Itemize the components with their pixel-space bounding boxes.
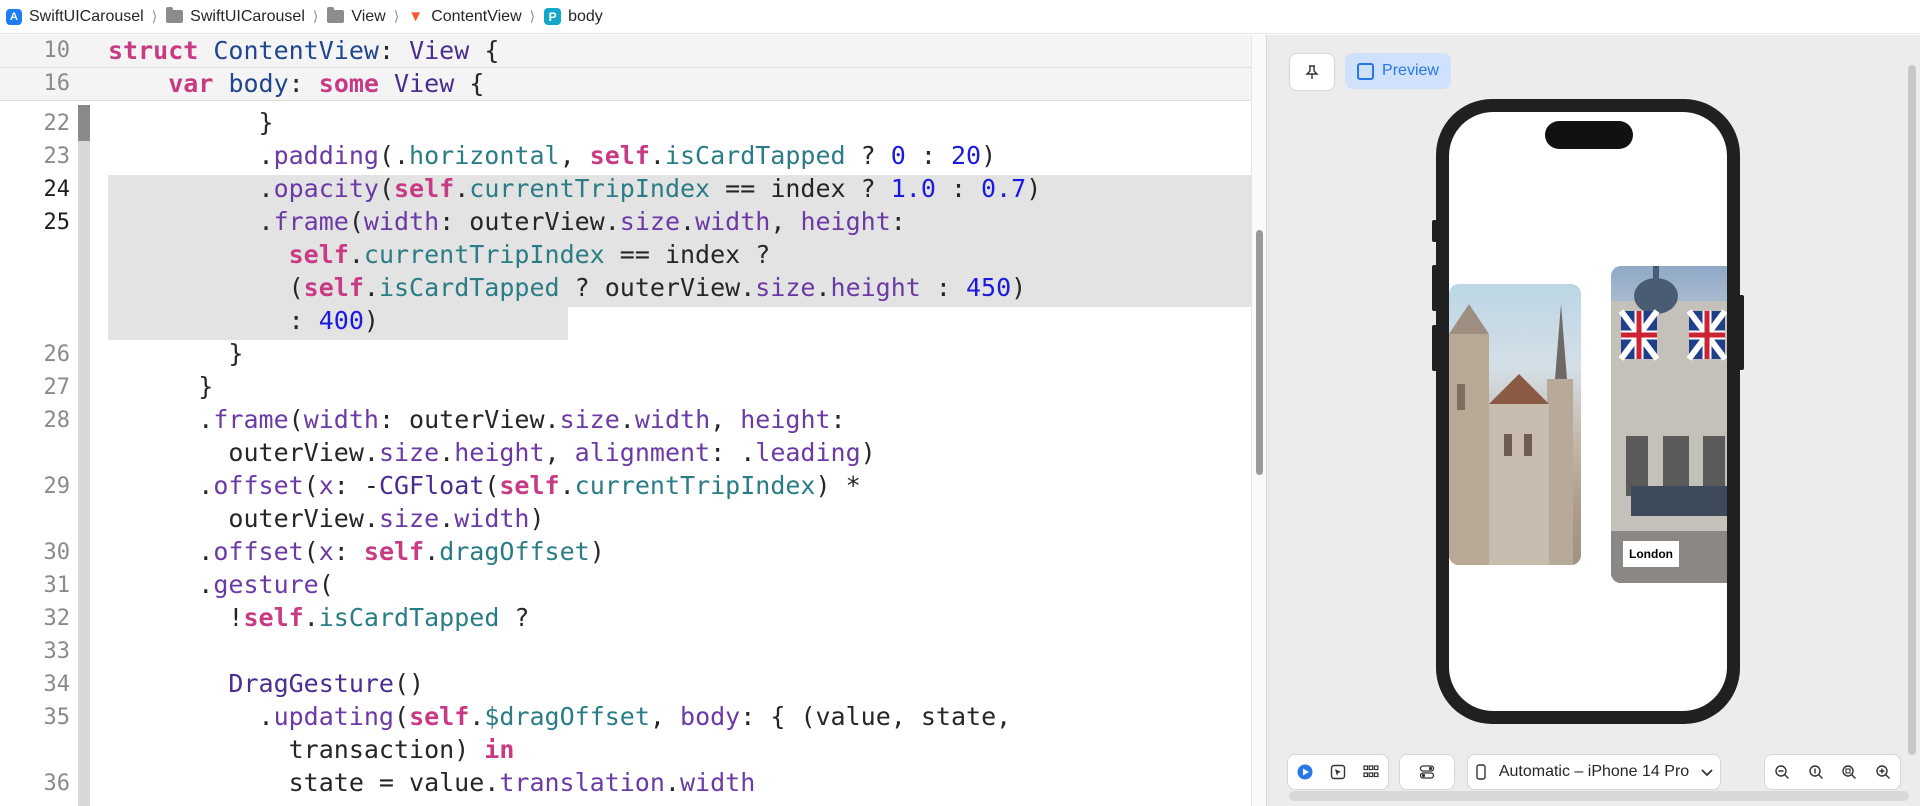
canvas-horizontal-scrollbar[interactable] — [1289, 791, 1909, 801]
code-line: transaction) in — [108, 735, 515, 764]
code-line: .updating(self.$dragOffset, body: { (val… — [108, 702, 1012, 731]
app-icon: A — [6, 8, 22, 25]
device-settings-icon — [1419, 765, 1435, 779]
church-photo — [1449, 304, 1573, 565]
swift-file-icon: ▼ — [408, 7, 424, 25]
london-street-photo — [1611, 266, 1727, 583]
carousel-card-previous[interactable] — [1449, 284, 1581, 565]
selectable-mode-icon[interactable] — [1330, 764, 1346, 780]
breadcrumb-file-label: ContentView — [431, 7, 522, 25]
preview-canvas[interactable]: Preview London Automatic – iPhone 14 Pro — [1266, 35, 1920, 806]
code-line: outerView.size.width) — [108, 504, 545, 533]
fold-ribbon[interactable] — [78, 141, 90, 806]
preview-mode-button[interactable]: Preview — [1345, 53, 1451, 89]
breadcrumb-separator: ⟩ — [529, 8, 536, 24]
code-line: state = value.translation.width — [108, 768, 756, 797]
breadcrumb-symbol[interactable]: P body — [544, 8, 603, 26]
breadcrumb-separator: ⟩ — [312, 8, 319, 24]
phone-screen[interactable]: London — [1449, 112, 1727, 711]
editor-scrollbar-thumb[interactable] — [1256, 230, 1263, 475]
breadcrumb-group[interactable]: SwiftUICarousel — [166, 7, 305, 26]
zoom-out-icon[interactable] — [1774, 764, 1790, 780]
line-number: 34 — [43, 672, 71, 697]
line-number: 25 — [43, 210, 71, 235]
line-number: 36 — [43, 771, 71, 796]
folder-icon — [327, 7, 345, 23]
property-icon: P — [544, 8, 562, 25]
line-number: 31 — [43, 573, 71, 598]
code-line: .frame(width: outerView.size.width, heig… — [108, 405, 846, 434]
line-number: 33 — [43, 639, 71, 664]
fold-ribbon[interactable] — [78, 105, 90, 141]
breadcrumb-folder-label: View — [351, 7, 386, 25]
breadcrumb-group-label: SwiftUICarousel — [190, 7, 305, 25]
breadcrumb-folder[interactable]: View — [327, 7, 386, 26]
line-number: 23 — [43, 144, 71, 169]
line-number: 10 — [43, 38, 71, 63]
variants-grid-icon[interactable] — [1363, 764, 1379, 780]
carousel-card-current[interactable]: London — [1611, 266, 1727, 583]
line-number: 35 — [43, 705, 71, 730]
pin-icon — [1305, 65, 1319, 79]
iphone-icon — [1476, 764, 1486, 780]
code-line: (self.isCardTapped ? outerView.size.heig… — [108, 273, 1027, 302]
code-line: self.currentTripIndex == index ? — [288, 240, 771, 269]
line-number: 24 — [43, 177, 71, 202]
code-line: } — [108, 339, 244, 368]
line-number: 28 — [43, 408, 71, 433]
code-line: !self.isCardTapped ? — [108, 603, 530, 632]
device-picker[interactable]: Automatic – iPhone 14 Pro — [1467, 754, 1721, 790]
line-number: 29 — [43, 474, 71, 499]
folder-icon — [166, 7, 184, 23]
code-line: struct ContentView: View { — [108, 36, 500, 65]
zoom-controls — [1764, 754, 1901, 790]
line-number: 32 — [43, 606, 71, 631]
code-line: .offset(x: -CGFloat(self.currentTripInde… — [108, 471, 861, 500]
code-line: : 400) — [108, 306, 379, 335]
code-line: .padding(.horizontal, self.isCardTapped … — [108, 141, 997, 170]
zoom-to-fit-icon[interactable] — [1841, 764, 1857, 780]
editor-scrollbar[interactable] — [1251, 35, 1266, 806]
preview-label: Preview — [1382, 62, 1439, 79]
code-line: .opacity(self.currentTripIndex == index … — [108, 174, 1042, 203]
code-editor[interactable]: 10 struct ContentView: View { 16 var bod… — [0, 35, 1251, 806]
preview-icon — [1357, 62, 1375, 80]
code-line: DragGesture() — [228, 669, 425, 698]
code-line: var body: some View { — [168, 69, 485, 98]
sticky-scope-line[interactable]: 10 struct ContentView: View { — [0, 35, 1251, 68]
pin-preview-button[interactable] — [1289, 53, 1335, 91]
line-number: 16 — [43, 71, 71, 96]
device-settings-button[interactable] — [1399, 754, 1455, 790]
zoom-to-100-icon[interactable] — [1808, 764, 1824, 780]
code-line: .gesture( — [108, 570, 334, 599]
line-number: 30 — [43, 540, 71, 565]
breadcrumb: A SwiftUICarousel ⟩ SwiftUICarousel ⟩ Vi… — [0, 0, 1920, 34]
device-picker-label: Automatic – iPhone 14 Pro — [1498, 763, 1690, 780]
breadcrumb-separator: ⟩ — [393, 8, 400, 24]
line-number: 27 — [43, 375, 71, 400]
iphone-device-frame: London — [1436, 99, 1740, 724]
card-city-label: London — [1623, 541, 1679, 567]
canvas-scrollbar-thumb[interactable] — [1908, 65, 1916, 755]
line-number: 22 — [43, 111, 71, 136]
breadcrumb-separator: ⟩ — [151, 8, 158, 24]
breadcrumb-project-label: SwiftUICarousel — [29, 7, 144, 25]
code-line: .frame(width: outerView.size.width, heig… — [108, 207, 906, 236]
breadcrumb-file[interactable]: ▼ ContentView — [408, 8, 521, 26]
code-line: .offset(x: self.dragOffset) — [108, 537, 605, 566]
preview-mode-group — [1287, 754, 1389, 790]
dynamic-island — [1545, 121, 1633, 149]
chevron-down-icon — [1701, 769, 1713, 777]
code-line: } — [108, 108, 274, 137]
code-line: } — [108, 372, 214, 401]
breadcrumb-symbol-label: body — [568, 7, 603, 25]
code-line: outerView.size.height, alignment: .leadi… — [108, 438, 876, 467]
line-number: 26 — [43, 342, 71, 367]
sticky-scope-line[interactable]: 16 var body: some View { — [0, 68, 1251, 101]
live-play-icon[interactable] — [1297, 764, 1313, 780]
zoom-in-icon[interactable] — [1875, 764, 1891, 780]
breadcrumb-project[interactable]: A SwiftUICarousel — [6, 8, 144, 26]
